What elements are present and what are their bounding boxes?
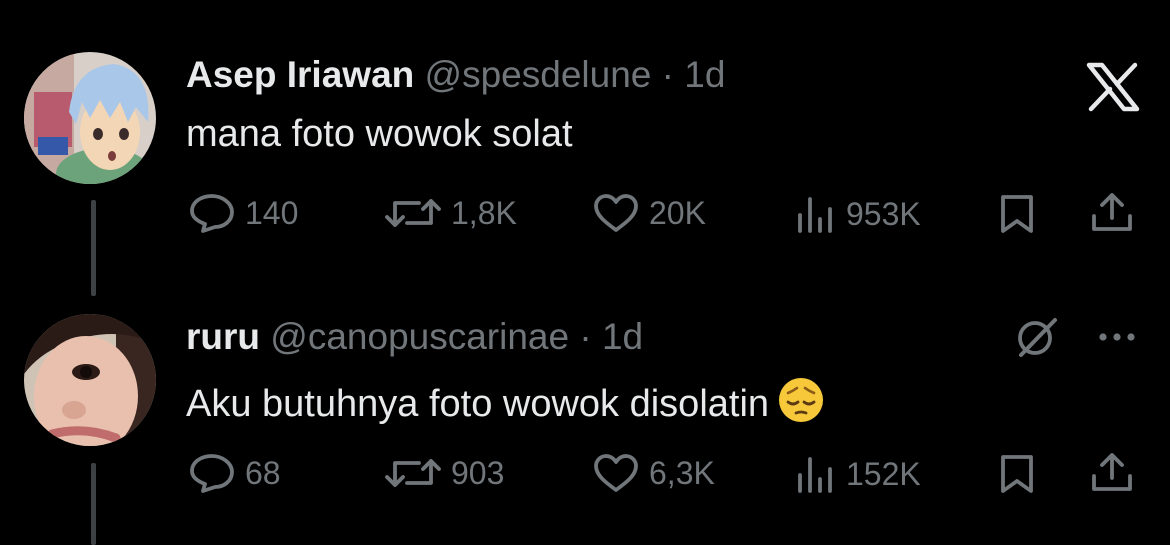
user-handle[interactable]: @canopuscarinae (270, 316, 569, 357)
views-button[interactable]: 152K (796, 455, 921, 493)
separator: · (661, 54, 674, 95)
views-icon (798, 197, 832, 233)
bookmark-icon[interactable] (999, 453, 1035, 500)
tweet-header: Asep Iriawan @spesdelune · 1d (186, 56, 725, 93)
tweet-text-content: Aku butuhnya foto wowok disolatin (186, 383, 770, 425)
views-count: 953K (846, 196, 921, 232)
thread-line-top (91, 200, 96, 296)
display-name[interactable]: ruru (186, 316, 260, 357)
grok-icon[interactable] (1015, 315, 1059, 364)
repost-button[interactable]: 1,8K (385, 195, 517, 231)
timestamp[interactable]: 1d (602, 316, 643, 357)
tweet-header: ruru @canopuscarinae · 1d (186, 318, 643, 355)
like-count: 20K (649, 195, 706, 231)
reply-button[interactable]: 68 (189, 453, 281, 493)
avatar[interactable] (24, 314, 156, 446)
avatar[interactable] (24, 52, 156, 184)
like-count: 6,3K (649, 455, 715, 491)
reply-button[interactable]: 140 (189, 193, 298, 233)
repost-count: 903 (451, 455, 505, 491)
views-count: 152K (846, 456, 921, 492)
reply-count: 140 (245, 195, 299, 231)
repost-icon (385, 199, 441, 227)
bookmark-icon[interactable] (999, 193, 1035, 240)
reply-icon (190, 454, 234, 493)
tweet-text: mana foto wowok solat (186, 113, 573, 155)
more-icon[interactable] (1097, 330, 1137, 348)
repost-icon (385, 459, 441, 487)
reply-count: 68 (245, 455, 281, 491)
reply-icon (190, 194, 234, 233)
thread-line-bottom (91, 463, 96, 545)
like-button[interactable]: 20K (593, 193, 706, 233)
views-button[interactable]: 953K (796, 195, 921, 233)
repost-button[interactable]: 903 (385, 455, 504, 491)
repost-count: 1,8K (451, 195, 517, 231)
heart-icon (594, 454, 638, 492)
share-icon[interactable] (1090, 190, 1134, 239)
heart-icon (594, 194, 638, 232)
like-button[interactable]: 6,3K (593, 453, 715, 493)
pensive-face-icon (777, 376, 825, 424)
user-handle[interactable]: @spesdelune (425, 54, 652, 95)
display-name[interactable]: Asep Iriawan (186, 54, 414, 95)
share-icon[interactable] (1090, 450, 1134, 499)
separator: · (579, 316, 592, 357)
views-icon (798, 457, 832, 493)
x-logo-icon[interactable] (1085, 62, 1141, 117)
timestamp[interactable]: 1d (684, 54, 725, 95)
tweet-text: Aku butuhnya foto wowok disolatin (186, 376, 825, 424)
